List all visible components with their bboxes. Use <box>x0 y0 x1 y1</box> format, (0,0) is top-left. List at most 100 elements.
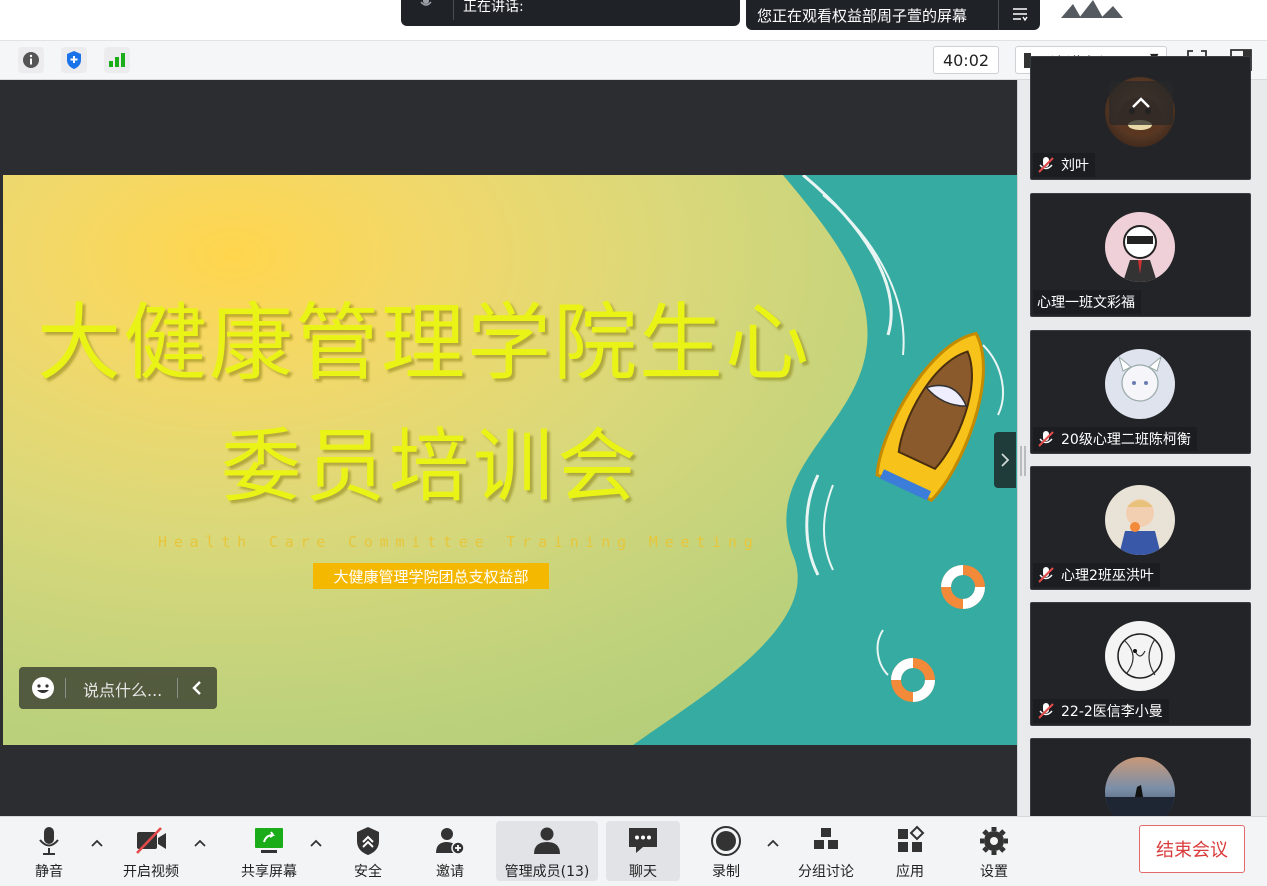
gear-icon <box>980 827 1008 855</box>
chevron-up-icon <box>1132 97 1150 108</box>
presentation-slide: 大健康管理学院生心 委员培训会 Health Care Committee Tr… <box>3 175 1017 745</box>
record-icon <box>711 826 741 856</box>
invite-label: 邀请 <box>436 864 464 880</box>
chevron-up-icon[interactable] <box>193 837 207 851</box>
avatar <box>1105 621 1175 691</box>
participant-name: 20级心理二班陈柯衡 <box>1061 432 1191 448</box>
emoji-icon[interactable] <box>31 676 55 700</box>
invite-button[interactable]: 邀请 <box>422 821 478 881</box>
participant-name-tag: 心理2班巫洪叶 <box>1033 563 1160 587</box>
apps-label: 应用 <box>896 864 924 880</box>
quick-chat-box[interactable]: 说点什么... <box>19 667 217 709</box>
mic-muted-icon <box>1038 703 1054 719</box>
info-icon <box>23 52 39 68</box>
avatar-image <box>1118 355 1162 402</box>
video-off-icon <box>136 827 166 854</box>
security-shield-icon <box>357 827 379 855</box>
slide-title-line1: 大健康管理学院生心 <box>37 294 812 392</box>
participant-tile[interactable]: 心理一班文彩福 <box>1030 193 1251 317</box>
slide-subtitle: Health Care Committee Training Meeting <box>158 533 760 551</box>
mic-icon <box>420 0 432 6</box>
mic-muted-icon <box>1038 157 1054 173</box>
participant-name: 22-2医信李小曼 <box>1061 704 1163 720</box>
security-status-button[interactable] <box>61 47 87 73</box>
divider <box>998 0 999 30</box>
participant-name-tag: 刘叶 <box>1033 153 1095 177</box>
slide-badge: 大健康管理学院团总支权益部 <box>313 563 549 589</box>
security-label: 安全 <box>354 864 382 880</box>
breakout-icon <box>814 828 838 849</box>
meeting-window: 正在讲话: 您正在观看权益部周子萱的屏幕 40:02 演讲者视图 ▼ <box>0 0 1267 886</box>
avatar <box>1105 485 1175 555</box>
apps-button[interactable]: 应用 <box>884 821 936 881</box>
participant-tile[interactable]: 刘叶 <box>1030 56 1251 180</box>
share-screen-button[interactable]: 共享屏幕 <box>233 821 305 881</box>
mic-muted-icon <box>1038 431 1054 447</box>
meeting-timer: 40:02 <box>933 46 999 74</box>
participant-tile[interactable]: 心理2班巫洪叶 <box>1030 466 1251 590</box>
info-button[interactable] <box>18 47 44 73</box>
apps-icon <box>898 825 925 852</box>
chat-bubble-icon <box>629 828 657 853</box>
speaking-label: 正在讲话: <box>463 0 524 15</box>
record-label: 录制 <box>712 864 740 880</box>
participant-gallery: 刘叶 心理一班文彩福 20级心理二班陈柯衡 心理2班巫洪叶 22-2医信李小曼 <box>1017 56 1267 862</box>
divider <box>177 678 178 698</box>
chevron-up-icon[interactable] <box>90 837 104 851</box>
share-banner[interactable]: 您正在观看权益部周子萱的屏幕 <box>746 0 1040 30</box>
participant-name: 心理一班文彩福 <box>1037 295 1135 311</box>
settings-label: 设置 <box>980 864 1008 880</box>
participant-name-tag: 20级心理二班陈柯衡 <box>1033 427 1197 451</box>
manage-participants-label: 管理成员(13) <box>504 864 590 880</box>
quick-chat-placeholder[interactable]: 说点什么... <box>83 677 162 701</box>
end-meeting-button[interactable]: 结束会议 <box>1139 825 1245 873</box>
divider <box>65 678 66 698</box>
add-user-icon <box>436 828 465 855</box>
speaking-indicator: 正在讲话: <box>401 0 1123 26</box>
slide-title-line2: 委员培训会 <box>221 420 641 513</box>
resize-handle-icon[interactable] <box>1020 446 1026 476</box>
divider <box>453 0 454 20</box>
collapse-sidebar-button[interactable] <box>994 432 1016 488</box>
chat-button[interactable]: 聊天 <box>606 821 680 881</box>
participant-name: 心理2班巫洪叶 <box>1061 568 1154 584</box>
mic-muted-icon <box>1038 567 1054 583</box>
menu-icon[interactable] <box>1012 6 1028 22</box>
chevron-right-icon <box>1001 453 1010 467</box>
participants-icon <box>534 827 560 854</box>
breakout-rooms-button[interactable]: 分组讨论 <box>790 821 862 881</box>
chevron-up-icon[interactable] <box>309 837 323 851</box>
top-notification-strip: 正在讲话: 您正在观看权益部周子萱的屏幕 <box>0 0 1267 40</box>
share-screen-label: 共享屏幕 <box>241 864 297 880</box>
signal-bars-icon <box>109 53 125 67</box>
record-button[interactable]: 录制 <box>700 821 752 881</box>
avatar-image <box>1123 225 1157 282</box>
start-video-label: 开启视频 <box>123 864 179 880</box>
participant-name-tag: 22-2医信李小曼 <box>1033 699 1169 723</box>
avatar-image <box>1117 633 1163 679</box>
scroll-up-button[interactable] <box>1109 81 1173 125</box>
participant-tile[interactable]: 20级心理二班陈柯衡 <box>1030 330 1251 454</box>
participant-name: 刘叶 <box>1061 158 1089 174</box>
chat-label: 聊天 <box>629 864 657 880</box>
speaker-avatars-icon <box>1061 0 1123 18</box>
start-video-button[interactable]: 开启视频 <box>115 821 187 881</box>
chevron-left-icon[interactable] <box>189 678 207 698</box>
share-banner-text: 您正在观看权益部周子萱的屏幕 <box>757 7 968 25</box>
network-status-button[interactable] <box>104 47 130 73</box>
mute-label: 静音 <box>35 864 63 880</box>
meeting-controls-bar: 静音 开启视频 共享屏幕 安全 邀请 管理成员(13) 聊天 录制 分组讨论 应… <box>0 816 1267 886</box>
participant-name-tag: 心理一班文彩福 <box>1033 290 1141 314</box>
settings-button[interactable]: 设置 <box>968 821 1020 881</box>
avatar-image <box>1119 499 1161 555</box>
manage-participants-button[interactable]: 管理成员(13) <box>496 821 598 881</box>
security-button[interactable]: 安全 <box>340 821 396 881</box>
breakout-rooms-label: 分组讨论 <box>798 864 854 880</box>
chevron-up-icon[interactable] <box>766 837 780 851</box>
shield-icon <box>67 51 81 69</box>
participant-tile[interactable]: 22-2医信李小曼 <box>1030 602 1251 726</box>
microphone-icon <box>39 827 59 855</box>
shared-screen-area: 大健康管理学院生心 委员培训会 Health Care Committee Tr… <box>0 80 1017 816</box>
avatar <box>1105 349 1175 419</box>
mute-button[interactable]: 静音 <box>24 821 74 881</box>
